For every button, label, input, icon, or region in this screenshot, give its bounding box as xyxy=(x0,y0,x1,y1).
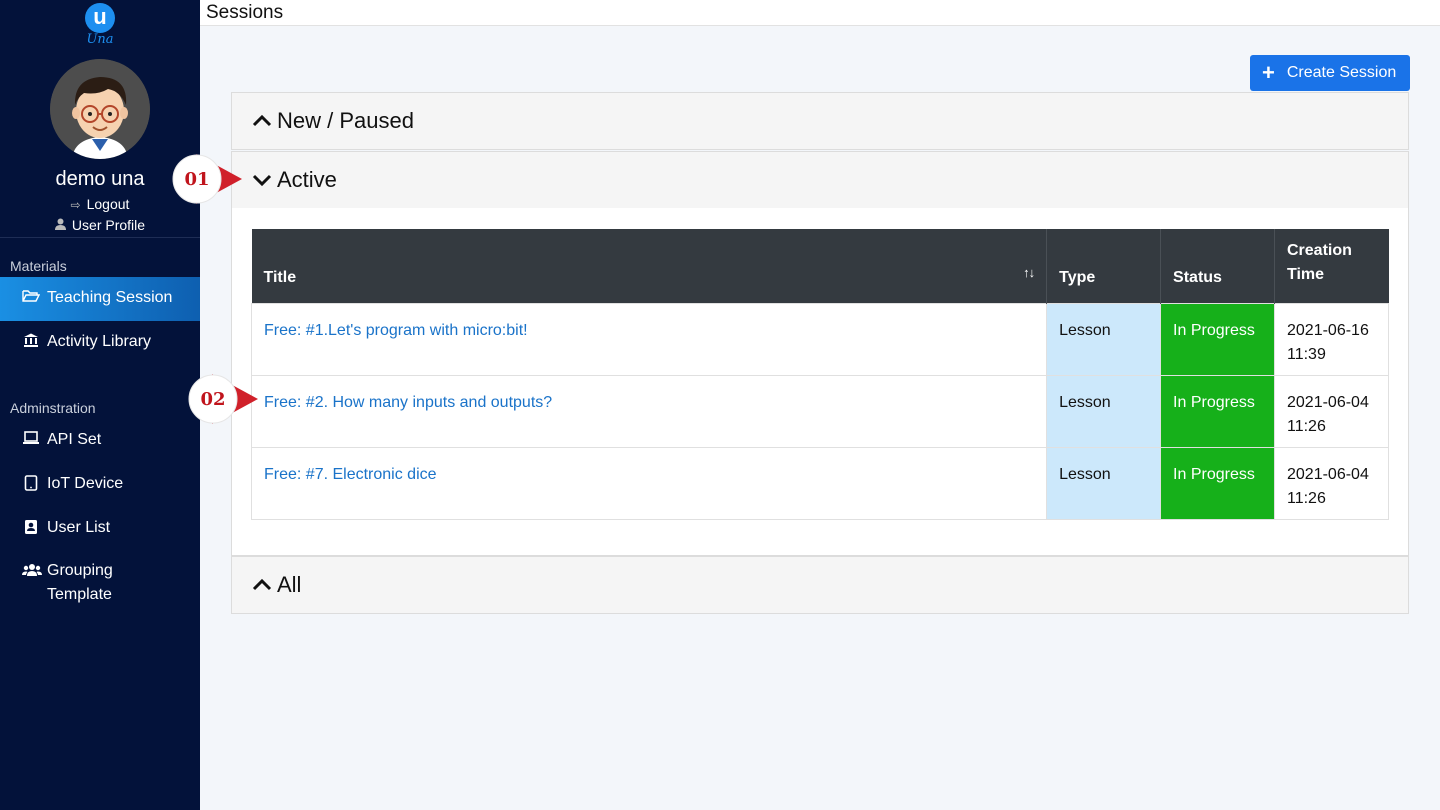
sign-out-icon: ⇨ xyxy=(70,198,81,212)
contact-card-icon xyxy=(22,519,40,538)
chevron-down-icon xyxy=(252,174,272,187)
table-row[interactable]: Free: #1.Let's program with micro:bit! L… xyxy=(250,302,1389,376)
section-label-administration: Adminstration xyxy=(10,400,96,416)
sidebar-item-label: API Set xyxy=(47,431,102,448)
sidebar-item-grouping-template[interactable]: Grouping Template xyxy=(0,551,200,611)
logo-mark-icon: u xyxy=(85,3,115,33)
creation-date: 2021-06-04 xyxy=(1287,465,1369,483)
sidebar-divider xyxy=(0,237,200,238)
avatar-cartoon-icon xyxy=(50,59,150,159)
cell-type: Lesson xyxy=(1046,374,1162,448)
cell-status: In Progress xyxy=(1160,374,1275,448)
creation-time: 11:26 xyxy=(1287,489,1326,507)
session-title-link[interactable]: Free: #1.Let's program with micro:bit! xyxy=(264,322,528,339)
cell-title: Free: #1.Let's program with micro:bit! xyxy=(250,302,1048,376)
step-badge-01: 01 xyxy=(172,154,242,204)
sidebar: u Una demo una ⇨ Logout User Profile Mate… xyxy=(0,0,200,810)
page-title: Sessions xyxy=(206,2,284,23)
column-header-type[interactable]: Type xyxy=(1046,229,1162,303)
cell-status: In Progress xyxy=(1160,446,1275,520)
sessions-table: Title ↑↓ Type Status Creation Time Free:… xyxy=(250,229,1389,520)
sidebar-item-label: Activity Library xyxy=(47,333,152,350)
step-badge-02: 02 xyxy=(188,374,258,424)
user-icon xyxy=(54,218,66,233)
sidebar-item-label: Teaching Session xyxy=(47,289,173,306)
cell-status: In Progress xyxy=(1160,302,1275,376)
avatar[interactable] xyxy=(50,59,150,159)
folder-open-icon xyxy=(22,289,41,306)
creation-time: 11:26 xyxy=(1287,417,1326,435)
step-badge-01-label: 01 xyxy=(184,169,209,190)
sidebar-item-teaching-session[interactable]: Teaching Session xyxy=(0,277,200,321)
logo-text: Una xyxy=(86,32,114,47)
creation-time: 11:39 xyxy=(1287,345,1326,363)
create-session-label: Create Session xyxy=(1286,64,1397,81)
step-badge-02-label: 02 xyxy=(200,389,225,410)
logout-label: Logout xyxy=(86,196,130,212)
cell-title: Free: #7. Electronic dice xyxy=(250,446,1048,520)
sidebar-item-label: Grouping Template xyxy=(47,562,113,603)
session-title-link[interactable]: Free: #2. How many inputs and outputs? xyxy=(264,394,552,411)
cell-creation-time: 2021-06-04 11:26 xyxy=(1274,446,1389,520)
creation-date: 2021-06-16 xyxy=(1287,321,1369,339)
column-title-label: Title xyxy=(263,268,297,286)
panel-new-paused-header[interactable]: New / Paused xyxy=(231,92,1409,150)
user-profile-label: User Profile xyxy=(71,217,146,233)
plus-icon: + xyxy=(1262,60,1275,85)
cell-title: Free: #2. How many inputs and outputs? xyxy=(250,374,1048,448)
chevron-up-icon xyxy=(252,578,272,591)
panel-active-header[interactable]: Active xyxy=(231,151,1409,209)
table-row[interactable]: Free: #7. Electronic dice Lesson In Prog… xyxy=(250,446,1389,520)
column-header-title[interactable]: Title ↑↓ xyxy=(251,229,1048,303)
sidebar-item-label: User List xyxy=(47,519,111,536)
sidebar-item-iot-device[interactable]: IoT Device xyxy=(0,463,200,507)
top-bar: Sessions xyxy=(200,0,1440,26)
sidebar-item-activity-library[interactable]: Activity Library xyxy=(0,321,200,365)
session-title-link[interactable]: Free: #7. Electronic dice xyxy=(264,466,437,483)
una-logo[interactable]: u Una xyxy=(84,3,116,49)
cell-type: Lesson xyxy=(1046,446,1162,520)
column-header-creation-time[interactable]: Creation Time xyxy=(1274,229,1389,303)
cell-type: Lesson xyxy=(1046,302,1162,376)
panel-active-title: Active xyxy=(277,167,337,192)
column-header-status[interactable]: Status xyxy=(1160,229,1275,303)
table-header-row: Title ↑↓ Type Status Creation Time xyxy=(251,229,1389,303)
user-profile-link[interactable]: User Profile xyxy=(0,217,200,233)
create-session-button[interactable]: + Create Session xyxy=(1250,55,1410,91)
chevron-up-icon xyxy=(252,114,272,127)
bank-icon xyxy=(22,333,40,350)
sort-icon[interactable]: ↑↓ xyxy=(1023,265,1035,280)
cell-creation-time: 2021-06-16 11:39 xyxy=(1274,302,1389,376)
panel-new-paused-title: New / Paused xyxy=(277,108,414,133)
panel-all-title: All xyxy=(277,572,302,597)
panel-all-header[interactable]: All xyxy=(231,556,1409,614)
sidebar-item-user-list[interactable]: User List xyxy=(0,507,200,551)
creation-date: 2021-06-04 xyxy=(1287,393,1369,411)
tablet-icon xyxy=(22,475,40,494)
sidebar-item-api-set[interactable]: API Set xyxy=(0,419,200,463)
section-label-materials: Materials xyxy=(10,258,67,274)
laptop-icon xyxy=(22,431,40,448)
table-row[interactable]: Free: #2. How many inputs and outputs? L… xyxy=(250,374,1389,448)
cell-creation-time: 2021-06-04 11:26 xyxy=(1274,374,1389,448)
sidebar-item-label: IoT Device xyxy=(47,475,124,492)
